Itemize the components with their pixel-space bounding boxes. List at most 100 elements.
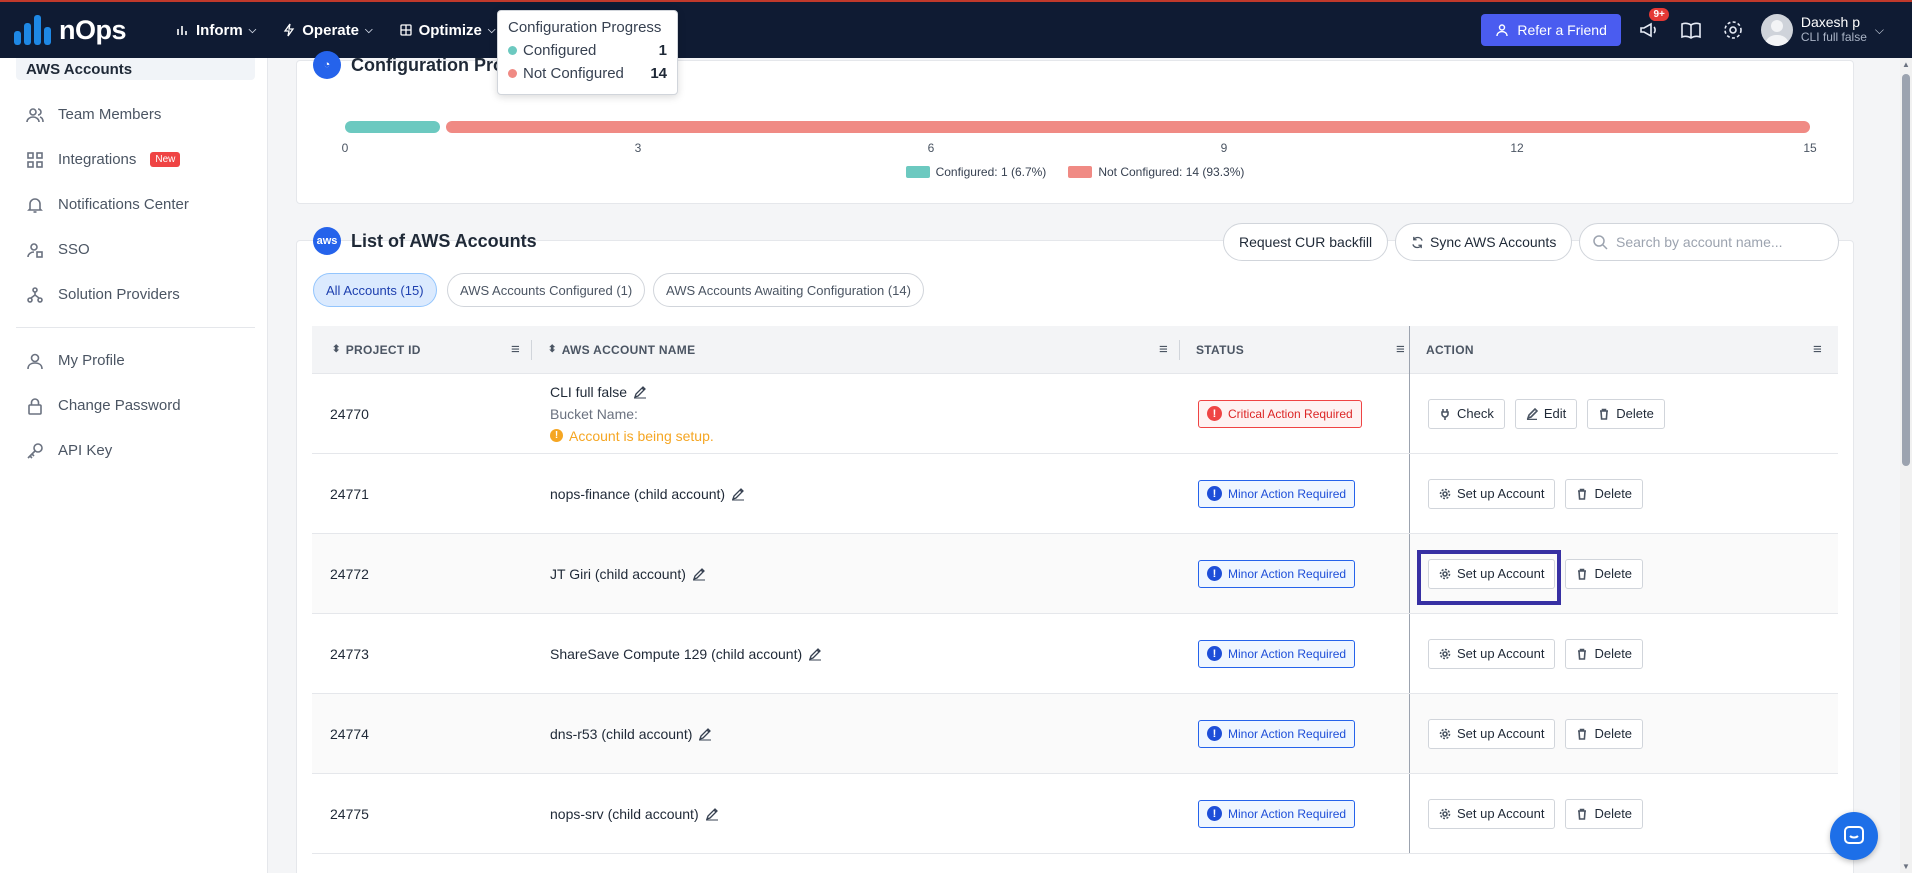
set-up-account-button[interactable]: Set up Account (1428, 798, 1556, 829)
setup-warning-text: Account is being setup. (569, 427, 714, 444)
alert-icon: ! (1207, 486, 1222, 501)
set-up-account-button[interactable]: Set up Account (1428, 478, 1556, 509)
status-text: Minor Action Required (1228, 726, 1347, 741)
nav-optimize-label: Optimize (418, 21, 482, 39)
delete-button[interactable]: Delete (1565, 798, 1644, 829)
column-aws-account-name[interactable]: ⬍ AWS ACCOUNT NAME ≡ (532, 326, 1180, 374)
nav-inform[interactable]: Inform ⌵ (176, 22, 256, 39)
status-cell: ! Minor Action Required (1180, 694, 1409, 773)
column-action[interactable]: ACTION ≡ (1409, 325, 1838, 374)
trash-icon (1600, 408, 1609, 420)
scroll-thumb[interactable] (1902, 74, 1910, 466)
sidebar-item-aws-accounts[interactable]: AWS Accounts (16, 58, 255, 80)
trash-icon (1578, 728, 1587, 740)
edit-pencil-icon[interactable] (808, 647, 822, 661)
column-menu-icon[interactable]: ≡ (1813, 341, 1822, 358)
set-up-account-button[interactable]: Set up Account (1428, 638, 1556, 669)
account-name-cell: ShareSave Compute 129 (child account) (532, 614, 1180, 693)
table-row: 24773 ShareSave Compute 129 (child accou… (312, 614, 1838, 694)
search-input[interactable] (1616, 234, 1806, 250)
set-up-account-label: Set up Account (1457, 646, 1545, 661)
scroll-down-icon[interactable]: ▼ (1900, 862, 1912, 871)
project-id-cell: 24770 (330, 405, 369, 422)
column-menu-icon[interactable]: ≡ (1159, 341, 1168, 358)
column-status[interactable]: STATUS ≡ (1180, 326, 1409, 374)
action-cell: Check Edit Delete (1409, 374, 1838, 453)
refer-friend-button[interactable]: Refer a Friend (1481, 14, 1621, 46)
sidebar-item-api-key[interactable]: API Key (0, 428, 267, 473)
check-button[interactable]: Check (1428, 398, 1505, 429)
delete-button[interactable]: Delete (1565, 558, 1644, 589)
sidebar-item-label: Integrations (58, 151, 137, 168)
sidebar-item-sso[interactable]: SSO (0, 227, 267, 272)
tooltip-row-not-configured: Not Configured 14 (508, 65, 667, 82)
edit-button[interactable]: Edit (1514, 398, 1578, 429)
sidebar-item-my-profile[interactable]: My Profile (0, 338, 267, 383)
axis-tick-label: 12 (1510, 141, 1524, 155)
set-up-account-button[interactable]: Set up Account (1428, 718, 1556, 749)
account-name-text: nops-finance (child account) (550, 485, 726, 502)
sidebar: AWS Accounts Team Members Integrations N… (0, 58, 268, 873)
docs-button[interactable] (1677, 16, 1705, 44)
nops-logo[interactable]: nOps (14, 15, 144, 46)
request-cur-backfill-button[interactable]: Request CUR backfill (1223, 223, 1389, 261)
set-up-account-button[interactable]: Set up Account (1428, 558, 1556, 589)
edit-label: Edit (1543, 406, 1567, 421)
delete-button[interactable]: Delete (1587, 398, 1665, 429)
legend-not-configured[interactable]: Not Configured: 14 (93.3%) (1068, 165, 1244, 179)
column-project-id[interactable]: ⬍ PROJECT ID ≡ (312, 326, 532, 374)
account-name: nops-finance (child account) (550, 486, 745, 502)
delete-button[interactable]: Delete (1565, 478, 1644, 509)
megaphone-icon (1640, 22, 1656, 38)
progress-segment-configured[interactable] (345, 121, 440, 133)
delete-label: Delete (1594, 806, 1633, 821)
edit-pencil-icon[interactable] (698, 727, 712, 741)
nav-operate-label: Operate (302, 21, 359, 39)
edit-pencil-icon[interactable] (731, 487, 745, 501)
settings-button[interactable] (1719, 16, 1747, 44)
edit-pencil-icon[interactable] (633, 385, 647, 399)
gear-icon (1439, 568, 1451, 579)
sidebar-item-integrations[interactable]: Integrations New (0, 137, 267, 182)
setup-warning: ! Account is being setup. (550, 428, 714, 444)
account-name-text: ShareSave Compute 129 (child account) (550, 645, 803, 662)
delete-button[interactable]: Delete (1565, 718, 1644, 749)
sidebar-item-change-password[interactable]: Change Password (0, 383, 267, 428)
sidebar-item-label: Solution Providers (58, 286, 180, 303)
sidebar-item-solution-providers[interactable]: Solution Providers (0, 272, 267, 317)
chevron-down-icon: ⌵ (487, 24, 496, 36)
edit-pencil-icon[interactable] (705, 807, 719, 821)
user-menu[interactable]: Daxesh p CLI full false ⌵ (1760, 14, 1884, 46)
sidebar-item-notifications-center[interactable]: Notifications Center (0, 182, 267, 227)
account-name: CLI full false (550, 384, 647, 400)
delete-button[interactable]: Delete (1565, 638, 1644, 669)
progress-segment-not-configured[interactable] (445, 121, 1810, 133)
page-scrollbar[interactable]: ▲ ▼ (1900, 58, 1912, 873)
column-menu-icon[interactable]: ≡ (511, 341, 520, 358)
sync-aws-accounts-button[interactable]: Sync AWS Accounts (1395, 223, 1573, 261)
column-label: PROJECT ID (345, 342, 421, 357)
column-menu-icon[interactable]: ≡ (1396, 341, 1405, 358)
avatar (1760, 14, 1793, 46)
nav-operate[interactable]: Operate ⌵ (282, 21, 373, 39)
legend-configured[interactable]: Configured: 1 (6.7%) (905, 165, 1046, 179)
filter-all-accounts[interactable]: All Accounts (15) (313, 273, 437, 307)
project-id-cell: 24773 (330, 645, 369, 662)
tooltip-value: 1 (658, 42, 667, 59)
status-badge: ! Minor Action Required (1198, 479, 1356, 508)
support-chat-button[interactable] (1830, 812, 1878, 860)
alert-icon: ! (1207, 806, 1222, 821)
scroll-up-icon[interactable]: ▲ (1900, 60, 1912, 69)
edit-pencil-icon[interactable] (692, 567, 706, 581)
nav-optimize[interactable]: Optimize ⌵ (399, 22, 496, 39)
filter-configured[interactable]: AWS Accounts Configured (1) (447, 273, 646, 307)
table-row: 24771 nops-finance (child account) ! Min… (312, 454, 1838, 534)
progress-clock-icon: ◔ (313, 51, 341, 79)
account-search[interactable] (1579, 223, 1839, 261)
status-text: Minor Action Required (1228, 486, 1347, 501)
sidebar-item-team-members[interactable]: Team Members (0, 92, 267, 137)
table-header: ⬍ PROJECT ID ≡ ⬍ AWS ACCOUNT NAME ≡ STAT… (312, 325, 1838, 374)
chat-icon (1844, 826, 1864, 844)
announcements-button[interactable]: 9+ (1635, 8, 1669, 44)
filter-awaiting-configuration[interactable]: AWS Accounts Awaiting Configuration (14) (653, 273, 924, 307)
